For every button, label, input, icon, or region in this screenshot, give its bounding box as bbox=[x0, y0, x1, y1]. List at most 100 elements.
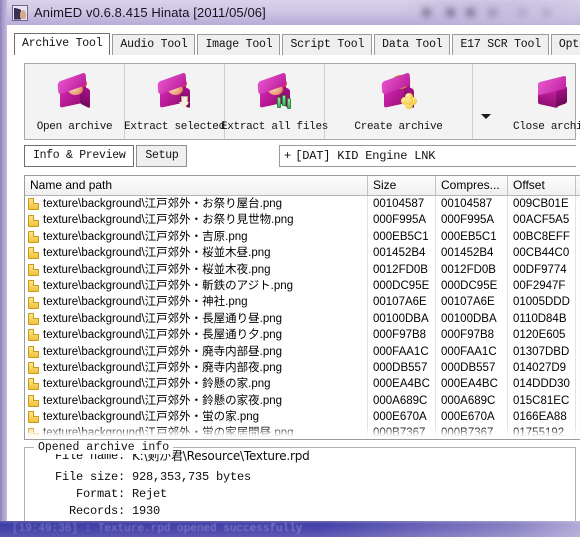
cell-compressed: 000DB557 bbox=[436, 359, 508, 377]
extract-all-files-label: Extract all files bbox=[220, 121, 329, 133]
table-row[interactable]: texture\background\江戸郊外・蛍の家居間昼.png 000B73… bbox=[25, 425, 580, 440]
file-icon bbox=[28, 296, 39, 309]
tab-script-tool[interactable]: Script Tool bbox=[282, 34, 373, 55]
close-archive-icon bbox=[534, 73, 574, 111]
extract-all-icon bbox=[255, 72, 295, 111]
info-value-format: Rejet bbox=[132, 487, 168, 501]
table-row[interactable]: texture\background\江戸郊外・廃寺内部昼.png 000FAA1… bbox=[25, 343, 580, 360]
cell-id: 001 bbox=[576, 196, 580, 212]
extract-selected-label: Extract selected bbox=[124, 121, 225, 133]
table-row[interactable]: texture\background\江戸郊外・蛍の家.png 000E670A 0… bbox=[25, 409, 580, 426]
subtab-setup[interactable]: Setup bbox=[136, 145, 188, 167]
column-header-name[interactable]: Name and path bbox=[25, 176, 368, 195]
cell-name-and-path: texture\background\江戸郊外・神社.png bbox=[25, 294, 368, 311]
cell-compressed: 00107A6E bbox=[436, 294, 508, 311]
cell-id: 002 bbox=[576, 327, 580, 343]
cell-size: 000B7367 bbox=[368, 425, 436, 439]
cell-size: 00100DBA bbox=[368, 310, 436, 328]
cell-compressed: 000F995A bbox=[436, 212, 508, 229]
cell-size: 000F97B8 bbox=[368, 327, 436, 344]
column-header-offset[interactable]: Offset bbox=[508, 176, 576, 195]
tab-archive-tool[interactable]: Archive Tool bbox=[14, 33, 111, 55]
file-icon bbox=[28, 362, 39, 375]
file-icon bbox=[28, 394, 39, 407]
info-row-format: Format: Rejet bbox=[39, 486, 575, 503]
cell-offset: 01005DDD bbox=[508, 294, 576, 311]
cell-size: 000DC95E bbox=[368, 277, 436, 295]
table-header-row: Name and path Size Compres... Offset ID bbox=[25, 176, 580, 196]
cell-offset: 00DF9774 bbox=[508, 261, 576, 278]
file-list-table[interactable]: Name and path Size Compres... Offset ID … bbox=[24, 175, 580, 440]
table-row[interactable]: texture\background\江戸郊外・廃寺内部夜.png 000DB55… bbox=[25, 359, 580, 377]
cell-size: 000F995A bbox=[368, 212, 436, 229]
file-icon bbox=[28, 329, 39, 342]
create-archive-button[interactable]: Create archive bbox=[325, 64, 473, 139]
file-icon bbox=[28, 378, 39, 391]
sub-tab-strip: Info & Preview Setup bbox=[24, 145, 189, 167]
cell-compressed: 000FAA1C bbox=[436, 343, 508, 360]
file-icon bbox=[28, 427, 39, 439]
window-left-border bbox=[0, 0, 7, 537]
subtab-info-and-preview[interactable]: Info & Preview bbox=[24, 145, 135, 167]
cell-id: 002 bbox=[576, 262, 580, 278]
cell-size: 0012FD0B bbox=[368, 261, 436, 278]
create-archive-icon bbox=[379, 72, 419, 111]
cell-id: 002 bbox=[576, 278, 580, 294]
cell-size: 000EA4BC bbox=[368, 376, 436, 393]
file-icon bbox=[28, 214, 39, 227]
table-row[interactable]: texture\background\江戸郊外・長屋通り昼.png 00100DB… bbox=[25, 310, 580, 328]
create-archive-dropdown[interactable] bbox=[473, 64, 499, 139]
column-header-size[interactable]: Size bbox=[368, 176, 436, 195]
table-row[interactable]: texture\background\江戸郊外・桜並木昼.png 001452B4… bbox=[25, 245, 580, 262]
archive-format-field[interactable]: + [DAT] KID Engine LNK bbox=[279, 145, 576, 167]
cell-compressed: 00100DBA bbox=[436, 310, 508, 328]
extract-selected-button[interactable]: Extract selected bbox=[124, 64, 225, 139]
tab-e17-scr-tool[interactable]: E17 SCR Tool bbox=[452, 34, 549, 55]
table-row[interactable]: texture\background\江戸郊外・鈴懸の家.png 000EA4BC… bbox=[25, 376, 580, 393]
table-row[interactable]: texture\background\江戸郊外・お祭り見世物.png 000F99… bbox=[25, 212, 580, 229]
client-area: Archive Tool Audio Tool Image Tool Scrip… bbox=[7, 25, 580, 537]
table-row[interactable]: texture\background\江戸郊外・吉原.png 000EB5C1 00… bbox=[25, 228, 580, 246]
file-icon bbox=[28, 312, 39, 325]
extract-all-files-button[interactable]: Extract all files bbox=[221, 64, 328, 139]
column-header-id[interactable]: ID bbox=[576, 176, 580, 195]
cell-offset: 014DDD30 bbox=[508, 376, 576, 393]
tab-image-tool[interactable]: Image Tool bbox=[197, 34, 281, 55]
cell-size: 000E670A bbox=[368, 409, 436, 426]
tab-data-tool[interactable]: Data Tool bbox=[374, 34, 451, 55]
open-archive-icon bbox=[55, 72, 95, 111]
cell-name-and-path: texture\background\江戸郊外・鈴懸の家.png bbox=[25, 376, 368, 393]
tab-options[interactable]: Options bbox=[550, 34, 580, 55]
table-row[interactable]: texture\background\江戸郊外・斬鉄のアジト.png 000DC9… bbox=[25, 277, 580, 295]
table-row[interactable]: texture\background\江戸郊外・神社.png 00107A6E 00… bbox=[25, 294, 580, 311]
table-row[interactable]: texture\background\江戸郊外・鈴懸の家夜.png 000A689… bbox=[25, 392, 580, 410]
file-name-text: texture\background\江戸郊外・蛍の家居間昼.png bbox=[43, 427, 294, 440]
column-header-compressed[interactable]: Compres... bbox=[436, 176, 508, 195]
cell-name-and-path: texture\background\江戸郊外・蛍の家居間昼.png bbox=[25, 425, 368, 440]
extract-selected-icon bbox=[155, 72, 195, 111]
cell-name-and-path: texture\background\江戸郊外・吉原.png bbox=[25, 228, 368, 246]
open-archive-button[interactable]: Open archive bbox=[25, 64, 125, 139]
cell-name-and-path: texture\background\江戸郊外・蛍の家.png bbox=[25, 409, 368, 426]
file-name-text: texture\background\江戸郊外・鈴懸の家.png bbox=[43, 378, 271, 391]
cell-name-and-path: texture\background\江戸郊外・お祭り見世物.png bbox=[25, 212, 368, 229]
cell-offset: 01307DBD bbox=[508, 343, 576, 360]
table-row[interactable]: texture\background\江戸郊外・お祭り屋台.png 0010458… bbox=[25, 196, 580, 213]
info-row-file-size: File size: 928,353,735 bytes bbox=[39, 469, 575, 486]
cell-offset: 0110D84B bbox=[508, 310, 576, 328]
table-row[interactable]: texture\background\江戸郊外・長屋通り夕.png 000F97B… bbox=[25, 327, 580, 344]
cell-offset: 0166EA88 bbox=[508, 409, 576, 426]
cell-compressed: 00104587 bbox=[436, 196, 508, 213]
close-archive-button[interactable]: Close archive bbox=[499, 64, 580, 139]
cell-id: 002 bbox=[576, 229, 580, 245]
cell-id: 002 bbox=[576, 212, 580, 228]
info-label-records: Records: bbox=[68, 504, 125, 518]
cell-name-and-path: texture\background\江戸郊外・桜並木昼.png bbox=[25, 245, 368, 262]
expand-marker: + bbox=[284, 149, 292, 163]
tab-audio-tool[interactable]: Audio Tool bbox=[112, 34, 196, 55]
cell-id: 002 bbox=[576, 393, 580, 409]
table-row[interactable]: texture\background\江戸郊外・桜並木夜.png 0012FD0B… bbox=[25, 261, 580, 278]
cell-id: 002 bbox=[576, 294, 580, 310]
title-bar[interactable]: AnimED v0.6.8.415 Hinata [2011/05/06] bbox=[7, 0, 580, 25]
cell-size: 00104587 bbox=[368, 196, 436, 213]
